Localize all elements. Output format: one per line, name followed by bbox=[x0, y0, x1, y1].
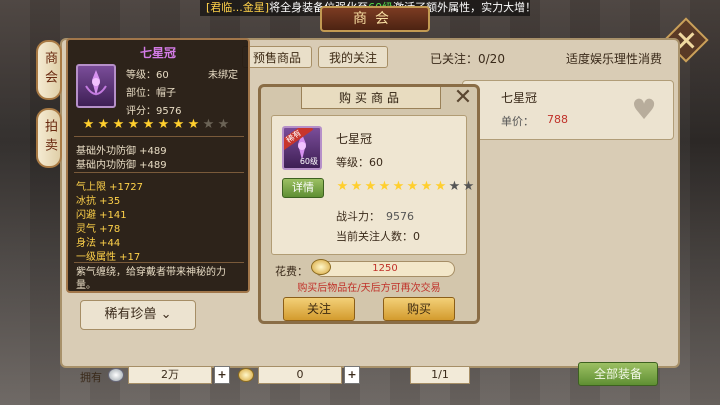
window-title: 商会 bbox=[320, 6, 430, 32]
base-attr-row: 基础外功防御 +489 bbox=[76, 146, 167, 157]
star-icon: ★ bbox=[127, 117, 140, 132]
side-tab-auction[interactable]: 拍卖 bbox=[36, 108, 62, 168]
all-equipment-button[interactable]: 全部装备 bbox=[578, 362, 658, 386]
star-icon: ★ bbox=[434, 179, 447, 194]
star-icon: ★ bbox=[172, 117, 185, 132]
divider bbox=[74, 262, 244, 263]
heart-icon[interactable]: ♥ bbox=[629, 95, 659, 125]
listing-card[interactable]: 七星冠 单价： 788 ♥ bbox=[462, 80, 674, 140]
announcement-ellipsis: ... bbox=[232, 1, 243, 14]
purchase-dialog: 购买商品 ✕ 稀有 60级 详情 七星冠 等级：60 ★ ★ ★ ★ ★ ★ ★ ★ ★ ★ 战斗… bbox=[258, 84, 480, 324]
star-icon: ★ bbox=[350, 179, 363, 194]
tab-my-follows[interactable]: 我的关注 bbox=[318, 46, 389, 68]
tooltip-binding: 未绑定 bbox=[208, 70, 238, 81]
combat-power: 战斗力： 9576 bbox=[336, 208, 414, 224]
star-icon: ★ bbox=[187, 117, 200, 132]
extra-attr-row: 闪避 +141 bbox=[76, 210, 127, 221]
side-tab-market[interactable]: 商会 bbox=[36, 40, 62, 100]
listing-price-label: 单价： bbox=[501, 115, 534, 128]
tooltip-score: 评分：9576 bbox=[126, 106, 182, 117]
star-icon: ★ bbox=[448, 179, 461, 194]
star-icon: ★ bbox=[420, 179, 433, 194]
divider bbox=[74, 172, 244, 173]
star-icon: ★ bbox=[97, 117, 110, 132]
star-icon: ★ bbox=[217, 117, 230, 132]
top-tabs: 预售商品 我的关注 bbox=[242, 46, 389, 68]
combat-power-label: 战斗力： bbox=[336, 210, 380, 223]
tab-presale[interactable]: 预售商品 bbox=[242, 46, 313, 68]
dialog-item-name: 七星冠 bbox=[336, 132, 373, 146]
crown-icon-graphic bbox=[85, 70, 107, 96]
announcement-player-suffix: 金星] bbox=[242, 1, 270, 14]
trade-restriction-note: 购买后物品在/天后方可再次交易 bbox=[297, 283, 441, 294]
follow-button[interactable]: 关注 bbox=[283, 297, 355, 321]
extra-attr-row: 气上限 +1727 bbox=[76, 182, 144, 193]
star-icon: ★ bbox=[336, 179, 349, 194]
dialog-item-level: 等级：60 bbox=[336, 156, 383, 169]
crown-icon bbox=[76, 64, 116, 108]
listing-price: 788 bbox=[547, 113, 568, 126]
star-icon: ★ bbox=[82, 117, 95, 132]
listing-name: 七星冠 bbox=[501, 91, 538, 105]
page-indicator: 1/1 bbox=[410, 366, 470, 384]
item-tooltip: 七星冠 等级：60 未绑定 部位：帽子 评分：9576 ★ ★ ★ ★ ★ ★ ★ ★ ★ ★ 基… bbox=[66, 38, 250, 293]
star-icon: ★ bbox=[378, 179, 391, 194]
star-icon: ★ bbox=[112, 117, 125, 132]
watcher-count: 当前关注人数：0 bbox=[336, 230, 420, 243]
extra-attr-row: 身法 +44 bbox=[76, 238, 121, 249]
star-icon: ★ bbox=[462, 179, 475, 194]
follow-count: 已关注：0/20 bbox=[430, 52, 505, 66]
cost-amount: 1250 bbox=[315, 261, 455, 277]
tooltip-description: 紫气缠绕，给穿戴者带来神秘的力量。 bbox=[76, 267, 226, 291]
announcement-player-prefix: [君临 bbox=[206, 1, 233, 14]
gold-coin-icon bbox=[311, 259, 331, 275]
star-icon: ★ bbox=[157, 117, 170, 132]
crown-icon: 稀有 60级 bbox=[282, 126, 322, 170]
owned-label: 拥有 bbox=[80, 371, 102, 384]
cost-label: 花费： bbox=[275, 265, 308, 278]
star-icon: ★ bbox=[406, 179, 419, 194]
dialog-item-panel: 稀有 60级 详情 七星冠 等级：60 ★ ★ ★ ★ ★ ★ ★ ★ ★ ★ 战斗力： 9576 … bbox=[271, 115, 474, 255]
close-icon[interactable]: ✕ bbox=[453, 87, 473, 109]
tooltip-slot: 部位：帽子 bbox=[126, 88, 176, 99]
tooltip-level: 等级：60 bbox=[126, 70, 169, 81]
dialog-star-rating: ★ ★ ★ ★ ★ ★ ★ ★ ★ ★ bbox=[336, 180, 475, 193]
icon-level: 60级 bbox=[299, 157, 318, 166]
dialog-title: 购买商品 bbox=[301, 87, 441, 109]
star-icon: ★ bbox=[364, 179, 377, 194]
combat-power-value: 9576 bbox=[386, 210, 414, 223]
star-icon: ★ bbox=[202, 117, 215, 132]
extra-attr-row: 一级属性 +17 bbox=[76, 252, 141, 263]
silver-coin-icon bbox=[108, 368, 124, 382]
silver-amount: 2万 bbox=[128, 366, 212, 384]
buy-button[interactable]: 购买 bbox=[383, 297, 455, 321]
tooltip-star-rating: ★ ★ ★ ★ ★ ★ ★ ★ ★ ★ bbox=[82, 118, 230, 131]
base-attr-row: 基础内功防御 +489 bbox=[76, 160, 167, 171]
details-button[interactable]: 详情 bbox=[282, 178, 324, 198]
slogan: 适度娱乐理性消费 bbox=[566, 52, 663, 66]
gold-amount: 0 bbox=[258, 366, 342, 384]
star-icon: ★ bbox=[392, 179, 405, 194]
divider bbox=[74, 136, 244, 137]
extra-attr-row: 灵气 +78 bbox=[76, 224, 121, 235]
add-silver-button[interactable]: + bbox=[214, 366, 230, 384]
rare-beast-category-button[interactable]: 稀有珍兽 ⌄ bbox=[80, 300, 196, 330]
extra-attr-row: 冰抗 +35 bbox=[76, 196, 121, 207]
gold-coin-icon bbox=[238, 368, 254, 382]
star-icon: ★ bbox=[142, 117, 155, 132]
tooltip-item-name: 七星冠 bbox=[139, 46, 176, 60]
add-gold-button[interactable]: + bbox=[344, 366, 360, 384]
